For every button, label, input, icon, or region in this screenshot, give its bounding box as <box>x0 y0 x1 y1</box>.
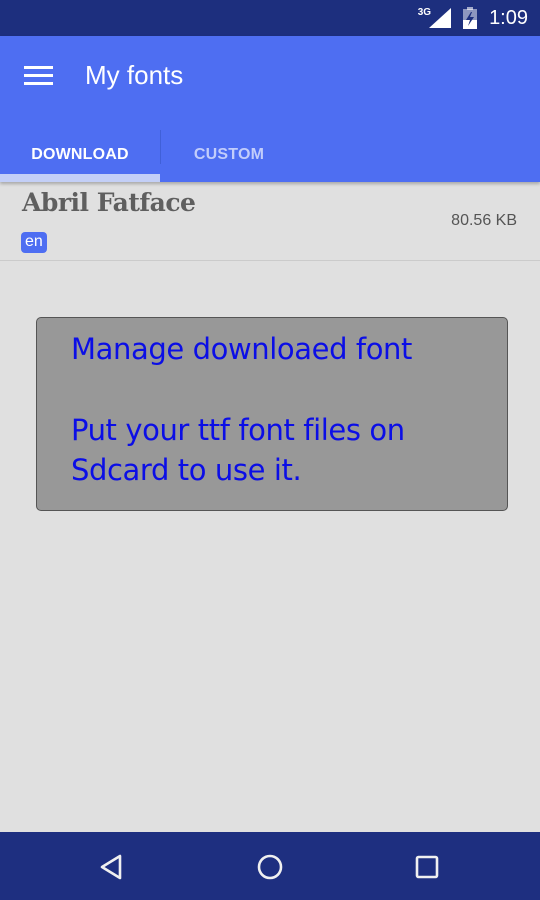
info-message-line1: Put your ttf font files on <box>71 413 405 447</box>
status-icons: 3G 1:09 <box>418 0 528 36</box>
page-title: My fonts <box>85 60 184 90</box>
battery-charging-icon <box>463 7 478 29</box>
network-type: 3G <box>417 6 432 18</box>
signal-icon <box>429 8 452 28</box>
navigation-bar <box>0 832 540 900</box>
tab-download[interactable]: DOWNLOAD <box>0 128 160 182</box>
font-file-size: 80.56 KB <box>451 212 517 229</box>
tab-custom-label: CUSTOM <box>193 146 265 163</box>
language-badge: en <box>21 232 47 253</box>
font-list-item[interactable]: Abril Fatface en 80.56 KB <box>0 182 540 261</box>
hamburger-menu-icon[interactable] <box>24 66 54 86</box>
info-title: Manage downloaed font <box>71 332 413 366</box>
recents-icon[interactable] <box>410 850 444 884</box>
clock: 1:09 <box>489 6 528 29</box>
tab-indicator <box>0 174 160 182</box>
app-bar: My fonts DOWNLOAD CUSTOM <box>0 36 540 182</box>
home-icon[interactable] <box>253 850 287 884</box>
back-icon[interactable] <box>96 850 130 884</box>
status-bar: 3G 1:09 <box>0 0 540 36</box>
tab-bar: DOWNLOAD CUSTOM <box>0 128 540 182</box>
font-name: Abril Fatface <box>22 188 196 217</box>
info-message-line2: Sdcard to use it. <box>71 453 302 487</box>
tab-custom[interactable]: CUSTOM <box>160 128 298 182</box>
info-box: Manage downloaed font Put your ttf font … <box>36 317 508 511</box>
tab-download-label: DOWNLOAD <box>31 146 129 163</box>
